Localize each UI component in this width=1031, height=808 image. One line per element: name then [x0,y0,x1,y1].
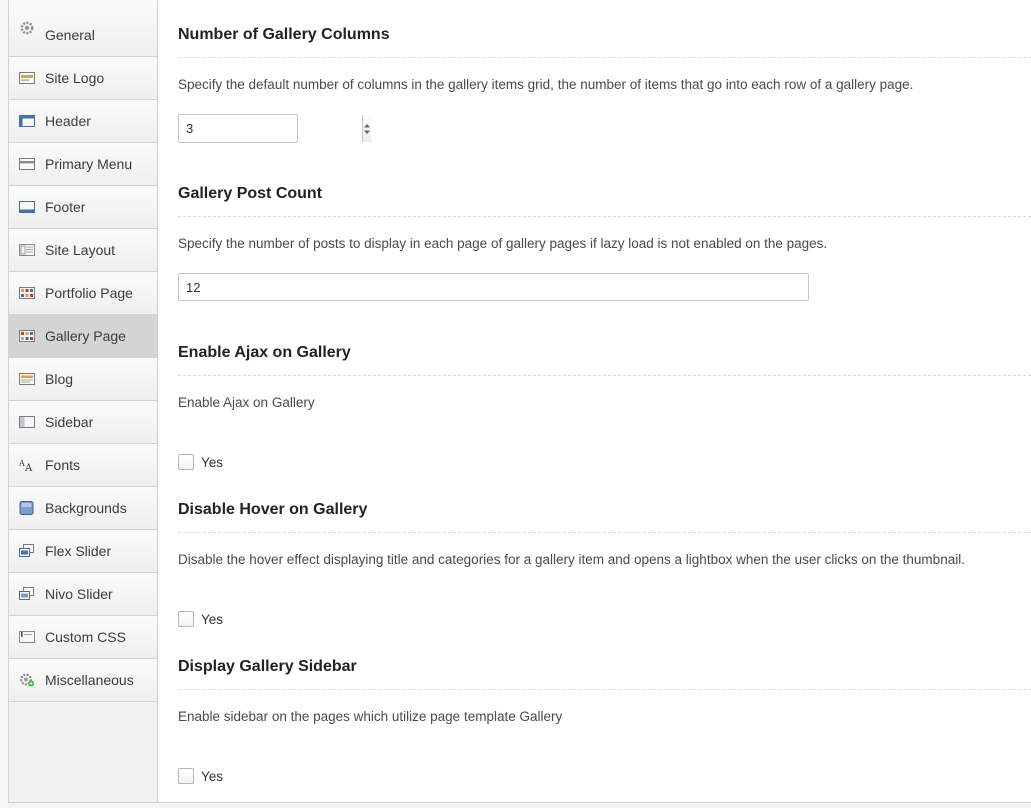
header-icon [19,115,35,127]
blog-icon [19,373,35,385]
gear-icon [20,21,34,35]
sidebar-item-label: Sidebar [45,414,94,430]
sidebar-item-nivo-slider[interactable]: Nivo Slider [8,573,158,616]
sidebar-item-label: Portfolio Page [45,285,133,301]
section-divider [178,532,1031,533]
sidebar-item-label: Site Logo [45,70,105,86]
fonts-icon: A A [19,459,33,472]
sidebar-item-label: Gallery Page [45,328,126,344]
sidebar-item-sidebar[interactable]: Sidebar [8,401,158,444]
sidebar-item-label: General [45,27,95,43]
sidebar-item-site-layout[interactable]: Site Layout [8,229,158,272]
panel-bottom-edge [8,802,1031,808]
sidebar-item-general[interactable]: General [8,0,158,57]
misc-icon [20,673,34,687]
disable-hover-option[interactable]: Yes [178,610,223,628]
sidebar-item-label: Site Layout [45,242,116,258]
sidebar-item-backgrounds[interactable]: Backgrounds [8,487,158,530]
sidebar-item-label: Header [45,113,91,129]
sidebar-item-fonts[interactable]: A A Fonts [8,444,158,487]
menu-icon [19,158,35,170]
sidebar-item-label: Blog [45,371,74,387]
logo-icon [19,72,35,84]
sidebar-item-flex-slider[interactable]: Flex Slider [8,530,158,573]
section-description: Disable the hover effect displaying titl… [178,552,965,567]
display-sidebar-option[interactable]: Yes [178,767,223,785]
css-icon [19,631,35,643]
section-description: Enable Ajax on Gallery [178,395,315,410]
disable-hover-checkbox[interactable] [178,611,194,627]
sidebar-item-custom-css[interactable]: Custom CSS [8,616,158,659]
sidebar-item-label: Footer [45,199,86,215]
sidebar-item-label: Nivo Slider [45,586,113,602]
sidebar-item-label: Custom CSS [45,629,126,645]
slider-icon [19,544,34,557]
section-description: Enable sidebar on the pages which utiliz… [178,709,563,724]
sidebar-item-label: Fonts [45,457,81,473]
settings-content: Number of Gallery Columns Specify the de… [178,0,1031,800]
slider-icon [19,587,34,600]
display-sidebar-checkbox[interactable] [178,768,194,784]
gallery-columns-value[interactable] [179,115,362,142]
sidebar-item-label: Miscellaneous [45,672,134,688]
sidebar-item-miscellaneous[interactable]: Miscellaneous [8,659,158,702]
section-description: Specify the default number of columns in… [178,77,914,92]
section-title: Gallery Post Count [178,185,323,202]
section-title: Disable Hover on Gallery [178,501,368,518]
settings-sidebar: General Site Logo Header Primary Menu Fo… [0,0,158,808]
section-divider [178,216,1031,217]
sidebar-divider [157,0,158,808]
section-title: Number of Gallery Columns [178,26,390,43]
sidebar-filler [8,702,158,808]
sidebar-item-header[interactable]: Header [8,100,158,143]
sidebar-item-primary-menu[interactable]: Primary Menu [8,143,158,186]
section-divider [178,689,1031,690]
sidebar-item-footer[interactable]: Footer [8,186,158,229]
sidebar-nav: General Site Logo Header Primary Menu Fo… [8,0,158,702]
footer-icon [19,201,35,213]
checkbox-label: Yes [201,611,224,627]
svg-text:A: A [24,463,33,472]
portfolio-icon [19,287,35,299]
section-divider [178,57,1031,58]
sidebar-item-site-logo[interactable]: Site Logo [8,57,158,100]
enable-ajax-option[interactable]: Yes [178,453,223,471]
select-arrows[interactable] [362,115,371,142]
checkbox-label: Yes [201,768,224,784]
sidebar-icon [19,416,35,428]
section-description: Specify the number of posts to display i… [178,236,828,251]
section-divider [178,375,1031,376]
backgrounds-icon [19,501,34,515]
sidebar-item-label: Primary Menu [45,156,133,172]
checkbox-label: Yes [201,454,224,470]
section-title: Enable Ajax on Gallery [178,344,351,361]
enable-ajax-checkbox[interactable] [178,454,194,470]
gallery-icon [19,330,35,342]
sidebar-item-portfolio-page[interactable]: Portfolio Page [8,272,158,315]
sidebar-item-label: Flex Slider [45,543,112,559]
updown-arrows-icon [364,123,370,134]
sidebar-item-gallery-page[interactable]: Gallery Page [8,315,158,358]
section-title: Display Gallery Sidebar [178,658,357,675]
gallery-post-count-input[interactable] [178,273,809,301]
layout-icon [19,244,35,256]
gallery-columns-select[interactable] [178,114,371,143]
sidebar-item-blog[interactable]: Blog [8,358,158,401]
sidebar-item-label: Backgrounds [45,500,127,516]
